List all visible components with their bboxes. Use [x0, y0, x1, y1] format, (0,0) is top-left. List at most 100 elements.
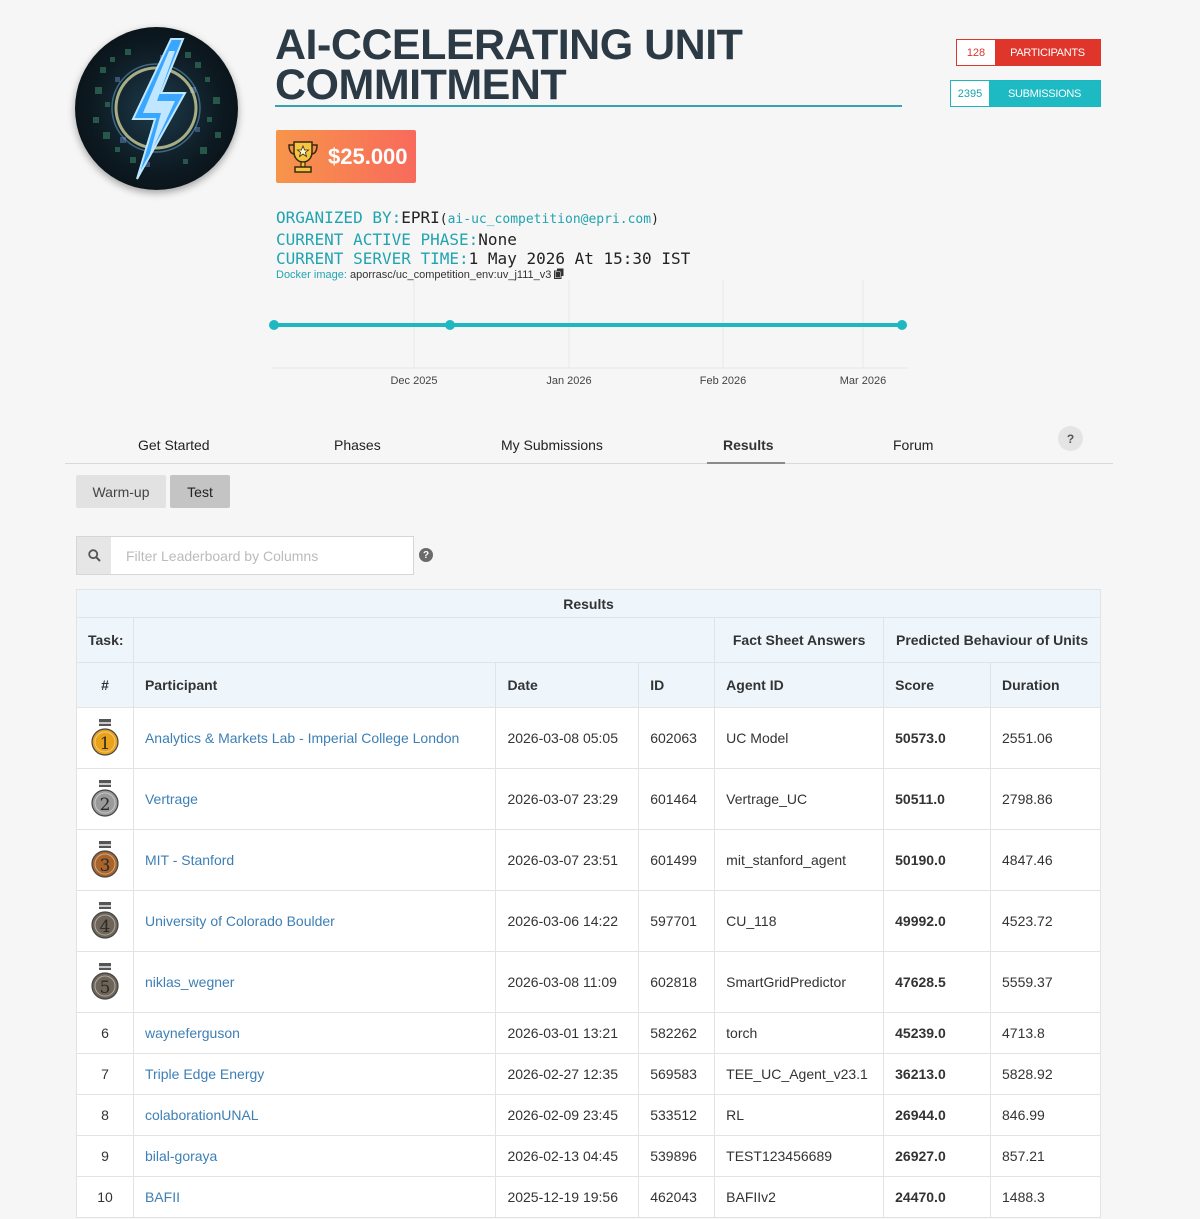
server-time-row: CURRENT SERVER TIME:1 May 2026 At 15:30 … [276, 249, 690, 269]
col-agent-id[interactable]: Agent ID [714, 662, 885, 708]
table-row: 9 bilal-goraya 2026-02-13 04:45 539896 TEST1… [76, 1135, 1101, 1177]
tab-forum[interactable]: Forum [893, 437, 933, 453]
rank-cell: 7 [76, 1053, 134, 1095]
table-row: 10 BAFII 2025-12-19 19:56 462043 BAFIIv2 2447… [76, 1176, 1101, 1218]
col-rank[interactable]: # [76, 662, 134, 708]
score-cell: 45239.0 [883, 1012, 992, 1054]
col-date[interactable]: Date [495, 662, 640, 708]
competition-title: AI-CCELERATING UNIT COMMITMENT [275, 21, 902, 109]
col-duration[interactable]: Duration [990, 662, 1101, 708]
table-row: 3 MIT - Stanford 2026-03-07 23:51 601499 mit… [76, 829, 1101, 891]
rank-cell: 3 [76, 829, 134, 891]
date-cell: 2025-12-19 19:56 [495, 1176, 640, 1218]
svg-text:3: 3 [100, 856, 111, 876]
date-cell: 2026-03-08 05:05 [495, 707, 640, 769]
organizer-name: EPRI [401, 208, 440, 227]
tab-phases[interactable]: Phases [334, 437, 381, 453]
score-cell: 47628.5 [883, 951, 992, 1013]
agent-id-cell: SmartGridPredictor [714, 951, 885, 1013]
duration-cell: 2798.86 [990, 768, 1101, 830]
agent-id-cell: Vertrage_UC [714, 768, 885, 830]
date-cell: 2026-03-07 23:29 [495, 768, 640, 830]
competition-meta: ORGANIZED BY:EPRI(ai-uc_competition@epri… [276, 208, 690, 269]
agent-id-cell: TEST123456689 [714, 1135, 885, 1177]
competition-tabs: Get Started Phases My Submissions Result… [65, 424, 1113, 464]
leaderboard-table: Results Task: Fact Sheet Answers Predict… [76, 589, 1101, 1218]
col-score[interactable]: Score [883, 662, 992, 708]
group-fact-sheet: Fact Sheet Answers [714, 617, 885, 663]
filter-input[interactable] [111, 537, 413, 574]
score-cell: 50190.0 [883, 829, 992, 891]
participant-link[interactable]: bilal-goraya [132, 1135, 497, 1177]
phase-test-button[interactable]: Test [170, 475, 230, 508]
table-row: 4 University of Colorado Boulder 2026-03-0… [76, 890, 1101, 952]
rank-cell: 5 [76, 951, 134, 1013]
timeline-tick: Feb 2026 [700, 375, 746, 387]
date-cell: 2026-02-13 04:45 [495, 1135, 640, 1177]
id-cell: 601499 [638, 829, 716, 891]
medal-icon: 2 [91, 780, 119, 817]
timeline-tick: Mar 2026 [840, 375, 886, 387]
server-time-value: 1 May 2026 At 15:30 IST [468, 249, 691, 268]
timeline-point[interactable] [269, 320, 279, 330]
title-line-2: COMMITMENT [275, 61, 567, 109]
participant-link[interactable]: Triple Edge Energy [132, 1053, 497, 1095]
score-cell: 26944.0 [883, 1094, 992, 1136]
filter-help-icon[interactable]: ? [419, 548, 433, 562]
date-cell: 2026-03-08 11:09 [495, 951, 640, 1013]
copy-icon[interactable] [554, 268, 564, 279]
trophy-icon [288, 140, 318, 173]
date-cell: 2026-03-06 14:22 [495, 890, 640, 952]
table-row: 2 Vertrage 2026-03-07 23:29 601464 Vertrage_… [76, 768, 1101, 830]
id-cell: 533512 [638, 1094, 716, 1136]
participant-link[interactable]: MIT - Stanford [132, 829, 497, 891]
timeline-point[interactable] [897, 320, 907, 330]
participant-link[interactable]: BAFII [132, 1176, 497, 1218]
organized-by-label: ORGANIZED BY: [276, 208, 402, 227]
active-phase-label: CURRENT ACTIVE PHASE: [276, 229, 479, 249]
duration-cell: 846.99 [990, 1094, 1101, 1136]
rank-cell: 1 [76, 707, 134, 769]
participant-link[interactable]: niklas_wegner [132, 951, 497, 1013]
table-row: 7 Triple Edge Energy 2026-02-27 12:35 56958… [76, 1053, 1101, 1095]
table-row: 6 wayneferguson 2026-03-01 13:21 582262 torc… [76, 1012, 1101, 1054]
id-cell: 602063 [638, 707, 716, 769]
timeline-tick: Dec 2025 [390, 375, 437, 387]
tab-get-started[interactable]: Get Started [138, 437, 210, 453]
score-cell: 26927.0 [883, 1135, 992, 1177]
participants-label: PARTICIPANTS [995, 40, 1100, 65]
tab-results[interactable]: Results [723, 437, 774, 453]
participant-link[interactable]: Vertrage [132, 768, 497, 830]
timeline-tick: Jan 2026 [546, 375, 591, 387]
participant-link[interactable]: Analytics & Markets Lab - Imperial Colle… [132, 707, 497, 769]
phase-warmup-button[interactable]: Warm-up [76, 475, 166, 508]
submissions-label: SUBMISSIONS [989, 81, 1100, 106]
help-button[interactable]: ? [1058, 426, 1083, 451]
participant-link[interactable]: colaborationUNAL [132, 1094, 497, 1136]
rank-cell: 9 [76, 1135, 134, 1177]
leaderboard-filter [76, 536, 414, 575]
col-participant[interactable]: Participant [132, 662, 497, 708]
medal-icon: 1 [91, 719, 119, 756]
duration-cell: 4523.72 [990, 890, 1101, 952]
active-phase-row: CURRENT ACTIVE PHASE:None [276, 230, 690, 250]
svg-text:5: 5 [100, 978, 111, 998]
col-id[interactable]: ID [638, 662, 716, 708]
lightning-bolt-icon [93, 38, 221, 180]
svg-text:2: 2 [100, 795, 111, 815]
agent-id-cell: BAFIIv2 [714, 1176, 885, 1218]
submissions-badge[interactable]: 2395 SUBMISSIONS [950, 80, 1101, 107]
organizer-email-link[interactable]: ai-uc_competition@epri.com [448, 212, 652, 227]
date-cell: 2026-02-27 12:35 [495, 1053, 640, 1095]
participants-badge[interactable]: 128 PARTICIPANTS [956, 39, 1101, 66]
participant-link[interactable]: wayneferguson [132, 1012, 497, 1054]
id-cell: 597701 [638, 890, 716, 952]
medal-icon: 3 [91, 841, 119, 878]
participant-link[interactable]: University of Colorado Boulder [132, 890, 497, 952]
id-cell: 601464 [638, 768, 716, 830]
title-line-1: AI-CCELERATING UNIT [275, 21, 743, 69]
tab-my-submissions[interactable]: My Submissions [501, 437, 603, 453]
submissions-count: 2395 [951, 81, 989, 106]
agent-id-cell: RL [714, 1094, 885, 1136]
timeline-point[interactable] [445, 320, 455, 330]
